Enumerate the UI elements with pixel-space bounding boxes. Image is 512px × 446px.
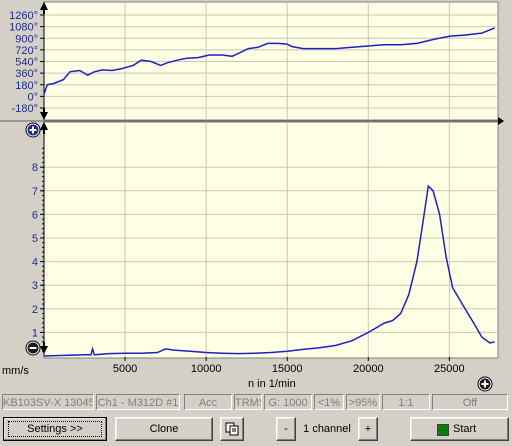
x-tick-label: 25000 [434, 363, 465, 375]
start-button[interactable]: Start [410, 417, 509, 441]
status-cell: Off [432, 394, 508, 410]
channel-minus-button[interactable]: - [276, 417, 296, 441]
clone-button[interactable]: Clone [115, 417, 213, 441]
y-tick-label: 1 [32, 327, 38, 339]
y-tick-label: 360° [15, 68, 38, 80]
x-tick-label: 20000 [353, 363, 384, 375]
y-tick-label: 6 [32, 209, 38, 221]
plus-label: + [364, 423, 372, 435]
y-tick-label: 0° [27, 91, 38, 103]
velocity-plot-background [43, 121, 499, 359]
status-cell: TRMS [234, 394, 262, 410]
settings-button[interactable]: Settings >> [3, 417, 107, 441]
y-tick-label: 5 [32, 233, 38, 245]
y-tick-label: 720° [15, 45, 38, 57]
channel-count-label: 1 channel [303, 423, 351, 435]
status-cell: KB103SV-X 13045 [2, 394, 94, 410]
y-tick-label: 1260° [9, 10, 38, 22]
status-cell: >95% [346, 394, 380, 410]
y-tick-label: 540° [15, 57, 38, 69]
x-zoom-in-icon[interactable] [477, 376, 493, 392]
x-tick-label: 10000 [191, 363, 222, 375]
x-tick-label: 5000 [113, 363, 137, 375]
y-tick-label: 7 [32, 186, 38, 198]
x-axis-label: n in 1/min [248, 378, 296, 390]
y-axis-unit-label: mm/s [2, 365, 29, 377]
start-indicator-icon [437, 424, 449, 436]
y-tick-label: 4 [32, 257, 38, 269]
copy-button[interactable] [220, 417, 244, 441]
status-cell: G: 1000 [264, 394, 312, 410]
y-tick-label: 1080° [9, 22, 38, 34]
copy-icon [225, 422, 239, 436]
x-tick-label: 15000 [272, 363, 303, 375]
status-cell: Ch1 - M312D #1 [96, 394, 180, 410]
y-tick-label: 900° [15, 33, 38, 45]
status-cell: <1% [314, 394, 344, 410]
y-tick-label: -180° [12, 103, 38, 115]
plot-area: 1260° 1080° 900° 720° 540° 360° 180° 0° -180° 1 2… [0, 0, 512, 392]
channel-plus-button[interactable]: + [358, 417, 378, 441]
y-tick-label: 2 [32, 304, 38, 316]
start-button-label: Start [453, 423, 477, 435]
clone-button-label: Clone [149, 423, 179, 435]
channel-count-display: 1 channel [297, 417, 357, 441]
zoom-out-icon[interactable] [25, 340, 41, 356]
zoom-in-icon[interactable] [25, 122, 41, 138]
plots-svg: 1260°1080°900°720°540°360°180°0°-180° 1 2… [0, 0, 512, 392]
minus-label: - [284, 423, 288, 435]
status-cell: 1:1 [382, 394, 430, 410]
y-tick-label: 8 [32, 162, 38, 174]
status-cell: Acc [184, 394, 232, 410]
y-tick-label: 3 [32, 280, 38, 292]
y-tick-label: 180° [15, 80, 38, 92]
